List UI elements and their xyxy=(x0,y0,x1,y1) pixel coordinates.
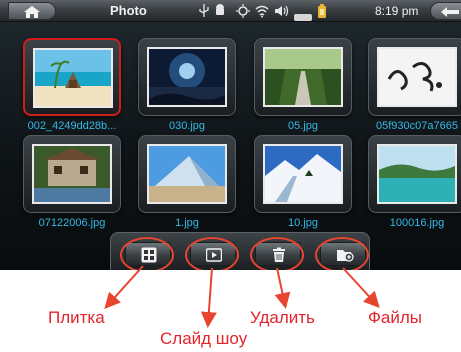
annotation-files: Файлы xyxy=(368,308,423,327)
annotation-tile: Плитка xyxy=(48,308,105,327)
annotation-delete: Удалить xyxy=(250,308,315,327)
annotation-slideshow: Слайд шоу xyxy=(160,329,248,348)
